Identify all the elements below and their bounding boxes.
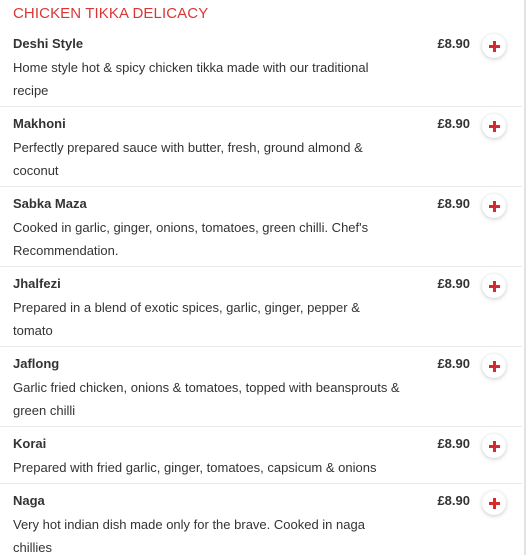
plus-icon [488, 40, 500, 52]
item-name: Sabka Maza [13, 196, 87, 211]
plus-icon [488, 360, 500, 372]
item-name: Deshi Style [13, 36, 84, 51]
menu-page: CHICKEN TIKKA DELICACY Deshi Style £8.90… [0, 0, 526, 555]
menu-item-jhalfezi: Jhalfezi £8.90 Prepared in a blend of ex… [0, 267, 522, 347]
add-to-cart-button[interactable] [482, 274, 506, 298]
item-price: £8.90 [437, 276, 470, 291]
plus-icon [488, 440, 500, 452]
item-price: £8.90 [437, 493, 470, 508]
menu-item-makhoni: Makhoni £8.90 Perfectly prepared sauce w… [0, 107, 522, 187]
plus-icon [488, 280, 500, 292]
item-name: Naga [13, 493, 45, 508]
add-to-cart-button[interactable] [482, 194, 506, 218]
item-price: £8.90 [437, 356, 470, 371]
add-to-cart-button[interactable] [482, 434, 506, 458]
plus-icon [488, 120, 500, 132]
item-price: £8.90 [437, 116, 470, 131]
item-price: £8.90 [437, 196, 470, 211]
add-to-cart-button[interactable] [482, 491, 506, 515]
add-to-cart-button[interactable] [482, 34, 506, 58]
menu-item-sabka-maza: Sabka Maza £8.90 Cooked in garlic, ginge… [0, 187, 522, 267]
menu-item-korai: Korai £8.90 Prepared with fried garlic, … [0, 427, 522, 484]
plus-icon [488, 497, 500, 509]
item-description: Very hot indian dish made only for the b… [13, 517, 365, 555]
add-to-cart-button[interactable] [482, 354, 506, 378]
menu-list: Deshi Style £8.90 Home style hot & spicy… [0, 27, 522, 555]
menu-item-deshi-style: Deshi Style £8.90 Home style hot & spicy… [0, 27, 522, 107]
item-description: Home style hot & spicy chicken tikka mad… [13, 60, 369, 98]
add-to-cart-button[interactable] [482, 114, 506, 138]
item-name: Jaflong [13, 356, 60, 371]
item-price: £8.90 [437, 36, 470, 51]
item-description: Cooked in garlic, ginger, onions, tomato… [13, 220, 369, 258]
item-price: £8.90 [437, 436, 470, 451]
menu-item-naga: Naga £8.90 Very hot indian dish made onl… [0, 484, 522, 555]
item-description: Perfectly prepared sauce with butter, fr… [13, 140, 363, 178]
plus-icon [488, 200, 500, 212]
item-description: Garlic fried chicken, onions & tomatoes,… [13, 380, 400, 418]
item-description: Prepared with fried garlic, ginger, toma… [13, 460, 377, 475]
section-title: CHICKEN TIKKA DELICACY [13, 5, 209, 22]
item-name: Korai [13, 436, 47, 451]
item-name: Jhalfezi [13, 276, 61, 291]
menu-item-jaflong: Jaflong £8.90 Garlic fried chicken, onio… [0, 347, 522, 427]
item-description: Prepared in a blend of exotic spices, ga… [13, 300, 360, 338]
item-name: Makhoni [13, 116, 66, 131]
